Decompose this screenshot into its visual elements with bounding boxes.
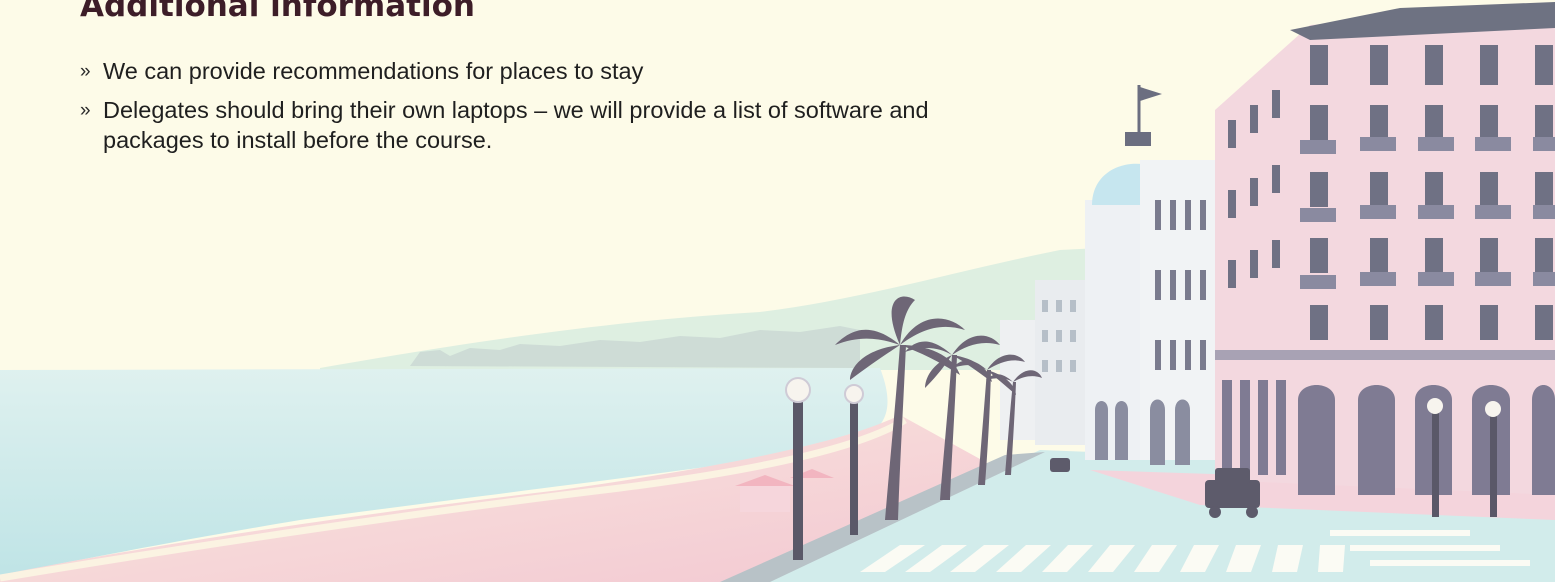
info-bullet-list: » We can provide recommendations for pla… <box>80 56 960 163</box>
bullet-marker-icon: » <box>80 61 91 82</box>
list-item: » Delegates should bring their own lapto… <box>80 95 960 155</box>
bullet-text: We can provide recommendations for place… <box>103 58 644 84</box>
domed-hotel <box>1085 85 1220 465</box>
page-heading: Additional information <box>80 0 475 24</box>
bullet-text: Delegates should bring their own laptops… <box>103 97 929 153</box>
main-building <box>1215 2 1555 495</box>
bullet-marker-icon: » <box>80 100 91 121</box>
list-item: » We can provide recommendations for pla… <box>80 56 960 87</box>
